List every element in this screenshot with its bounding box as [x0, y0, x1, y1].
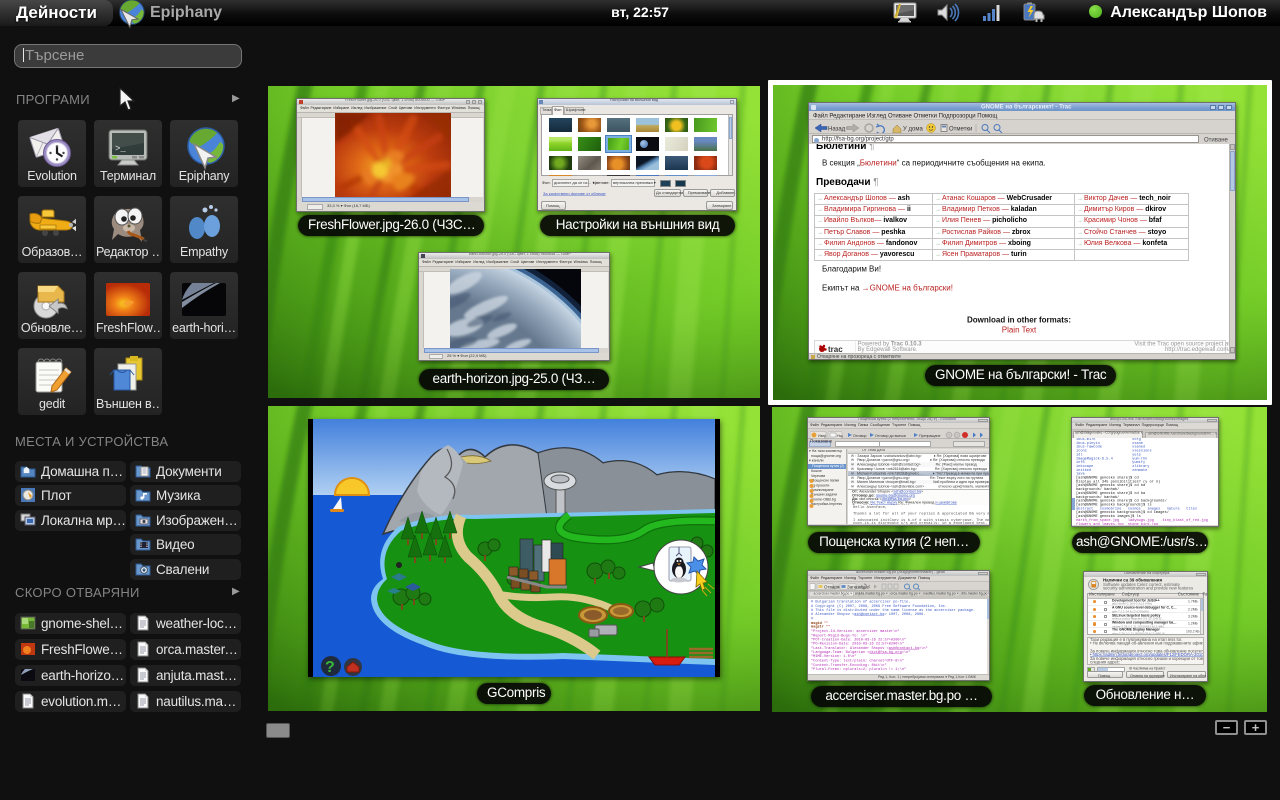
- svg-text:>_: >_: [115, 144, 126, 154]
- svg-text:Изпр: Изпр: [818, 434, 826, 438]
- svg-text:?: ?: [325, 659, 335, 676]
- svg-text:trac: trac: [828, 345, 843, 353]
- svg-text:У дома: У дома: [903, 126, 923, 132]
- svg-text:Отговор: Отговор: [853, 434, 867, 438]
- svg-text:Нщ: Нщ: [837, 434, 843, 438]
- svg-text:Отметки: Отметки: [949, 126, 972, 132]
- svg-text:Препращане: Препращане: [919, 434, 940, 438]
- svg-text:Назад: Назад: [828, 126, 846, 132]
- svg-text:Отговор до всички: Отговор до всички: [875, 434, 906, 438]
